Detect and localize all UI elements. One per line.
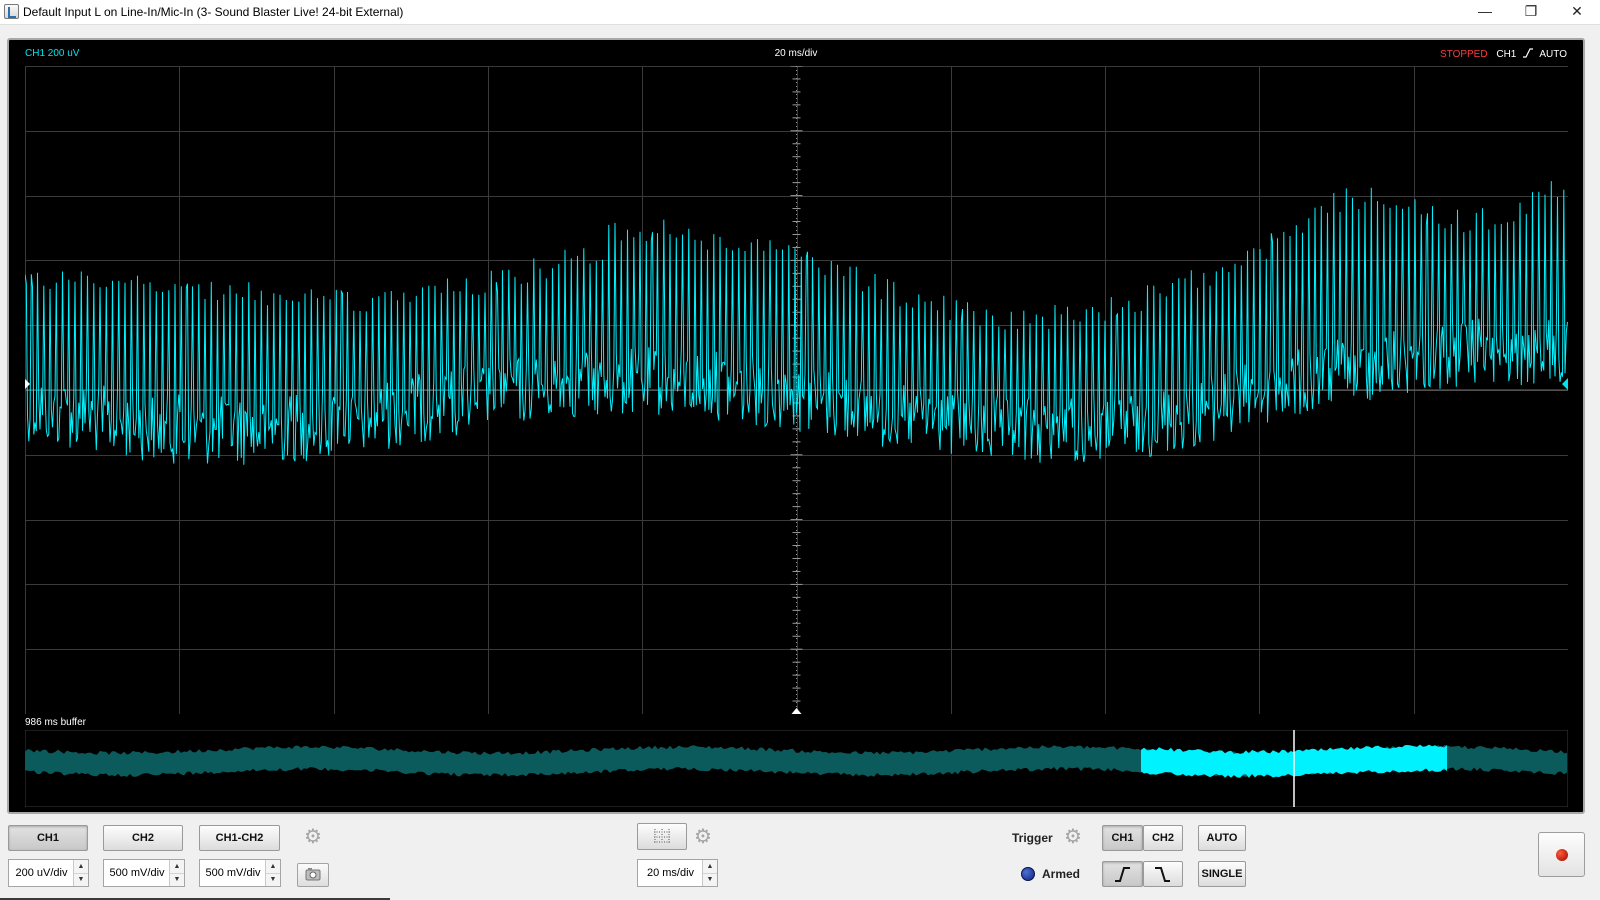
grid-icon xyxy=(654,829,670,844)
increment-arrow[interactable]: ▲ xyxy=(703,860,717,874)
restore-button[interactable]: ❐ xyxy=(1508,0,1554,24)
rising-edge-icon xyxy=(1523,48,1534,58)
trigger-label: Trigger xyxy=(1012,831,1053,845)
falling-edge-icon xyxy=(1155,867,1170,882)
rising-edge-button[interactable] xyxy=(1102,861,1143,887)
record-button[interactable] xyxy=(1538,832,1585,877)
buffer-label: 986 ms buffer xyxy=(25,717,86,728)
title-bar: Default Input L on Line-In/Mic-In (3- So… xyxy=(0,0,1600,25)
timebase-stepper[interactable]: 20 ms/div ▲ ▼ xyxy=(637,859,718,887)
scope-header: CH1 200 uV 20 ms/div STOPPED CH1 AUTO xyxy=(9,40,1583,66)
trigger-ch2-button[interactable]: CH2 xyxy=(1143,825,1183,851)
app-icon xyxy=(4,4,19,19)
status-stopped: STOPPED xyxy=(1439,49,1488,60)
timebase-readout: 20 ms/div xyxy=(774,48,818,59)
ch2-volts-stepper[interactable]: 500 mV/div ▲ ▼ xyxy=(103,859,185,887)
math-volts-value: 500 mV/div xyxy=(205,867,261,879)
gear-icon[interactable]: ⚙ xyxy=(692,826,714,848)
armed-led-icon xyxy=(1021,867,1035,881)
ch1-button[interactable]: CH1 xyxy=(8,825,88,851)
window-title: Default Input L on Line-In/Mic-In (3- So… xyxy=(23,5,404,19)
ch1-ch2-button[interactable]: CH1-CH2 xyxy=(199,825,280,851)
scope-display[interactable] xyxy=(25,66,1568,714)
math-volts-stepper[interactable]: 500 mV/div ▲ ▼ xyxy=(199,859,281,887)
status-source: CH1 xyxy=(1496,49,1517,60)
increment-arrow[interactable]: ▲ xyxy=(74,860,88,874)
buffer-overview[interactable] xyxy=(25,730,1568,807)
ch1-volts-stepper[interactable]: 200 uV/div ▲ ▼ xyxy=(8,859,89,887)
decrement-arrow[interactable]: ▼ xyxy=(266,873,280,886)
gear-icon[interactable]: ⚙ xyxy=(1062,826,1084,848)
decrement-arrow[interactable]: ▼ xyxy=(703,873,717,886)
ch2-button[interactable]: CH2 xyxy=(103,825,183,851)
falling-edge-button[interactable] xyxy=(1143,861,1183,887)
grid-toggle-button[interactable] xyxy=(637,823,687,850)
decrement-arrow[interactable]: ▼ xyxy=(74,873,88,886)
oscilloscope-panel: CH1 200 uV 20 ms/div STOPPED CH1 AUTO 98… xyxy=(7,38,1585,814)
timebase-value: 20 ms/div xyxy=(646,867,695,879)
rising-edge-icon xyxy=(1115,867,1130,882)
trigger-status: STOPPED CH1 AUTO xyxy=(1440,48,1567,60)
armed-label: Armed xyxy=(1042,867,1081,881)
single-button[interactable]: SINGLE xyxy=(1198,861,1246,887)
decrement-arrow[interactable]: ▼ xyxy=(170,873,184,886)
screenshot-button[interactable] xyxy=(297,863,329,887)
record-icon xyxy=(1556,849,1568,861)
status-mode: AUTO xyxy=(1539,49,1567,60)
ch2-volts-value: 500 mV/div xyxy=(109,867,165,879)
close-button[interactable]: ✕ xyxy=(1554,0,1600,24)
auto-button[interactable]: AUTO xyxy=(1198,825,1246,851)
increment-arrow[interactable]: ▲ xyxy=(170,860,184,874)
trigger-ch1-button[interactable]: CH1 xyxy=(1102,825,1143,851)
camera-icon xyxy=(305,868,321,881)
minimize-button[interactable]: — xyxy=(1462,0,1508,24)
gear-icon[interactable]: ⚙ xyxy=(302,826,324,848)
ch1-volts-value: 200 uV/div xyxy=(15,867,68,879)
increment-arrow[interactable]: ▲ xyxy=(266,860,280,874)
